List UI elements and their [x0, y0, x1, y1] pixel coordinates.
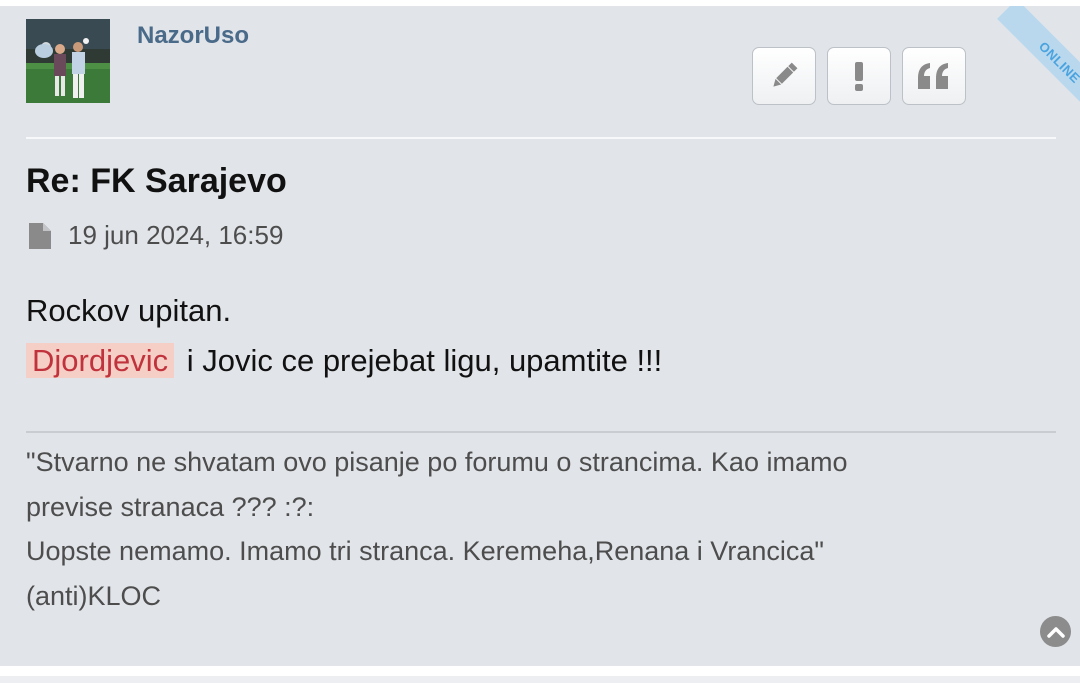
content-line: Djordjevic i Jovic ce prejebat ligu, upa… — [26, 336, 1056, 386]
signature-divider — [26, 431, 1056, 433]
online-ribbon: ONLINE — [965, 6, 1080, 121]
chevron-up-icon — [1046, 626, 1065, 638]
exclamation-icon — [855, 62, 863, 91]
signature-line: previse stranaca ??? :?: — [26, 491, 315, 522]
avatar[interactable] — [26, 19, 110, 103]
header-divider — [26, 137, 1056, 139]
document-icon — [29, 222, 51, 249]
quote-icon — [918, 63, 948, 89]
content-text: i Jovic ce prejebat ligu, upamtite !!! — [178, 343, 663, 378]
back-to-top-button[interactable] — [1040, 616, 1071, 647]
content-line: Rockov upitan. — [26, 293, 232, 328]
author-username[interactable]: NazorUso — [137, 22, 249, 50]
edit-button[interactable] — [752, 47, 816, 105]
next-post-edge — [0, 676, 1080, 683]
post-content: Rockov upitan. Djordjevic i Jovic ce pre… — [26, 286, 1056, 386]
pencil-icon — [773, 62, 798, 87]
online-badge: ONLINE — [1036, 38, 1080, 86]
post-container: NazorUso ONLINE Re: FK Sarajevo 19 jun 2… — [0, 6, 1080, 666]
user-mention[interactable]: Djordjevic — [26, 343, 175, 378]
quote-button[interactable] — [902, 47, 966, 105]
report-button[interactable] — [827, 47, 891, 105]
post-meta: 19 jun 2024, 16:59 — [28, 220, 283, 251]
signature: "Stvarno ne shvatam ovo pisanje po forum… — [26, 440, 1056, 618]
signature-line: Uopste nemamo. Imamo tri stranca. Kereme… — [26, 536, 824, 566]
post-date: 19 jun 2024, 16:59 — [68, 220, 284, 250]
signature-line: (anti)KLOC — [26, 580, 162, 611]
signature-line: "Stvarno ne shvatam ovo pisanje po forum… — [26, 447, 848, 477]
post-title[interactable]: Re: FK Sarajevo — [26, 162, 287, 201]
